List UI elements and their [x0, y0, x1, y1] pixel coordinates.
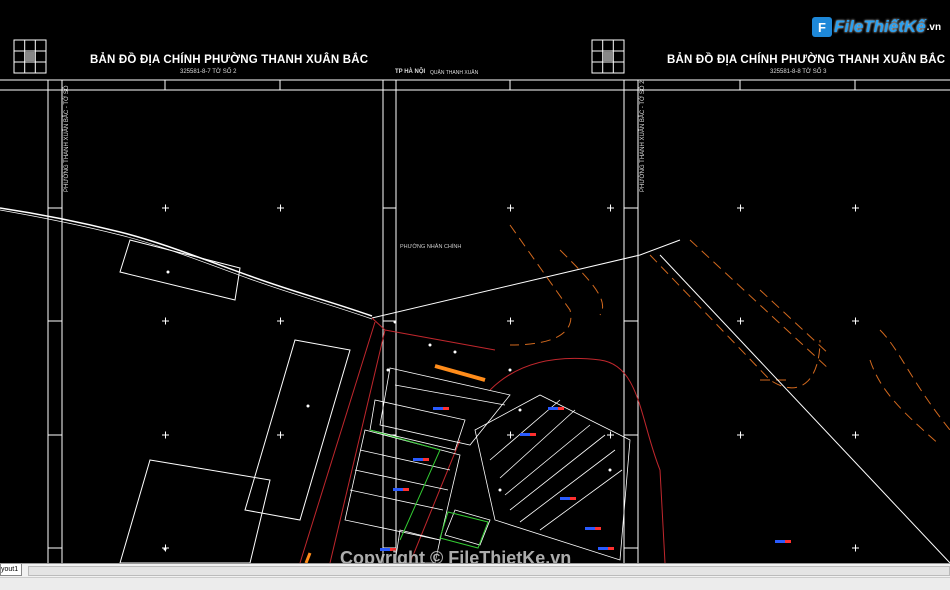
horizontal-scrollbar[interactable]	[28, 566, 950, 576]
left-vertical-label: PHƯỜNG THANH XUÂN BẮC - TỜ SỐ	[64, 85, 70, 192]
site-logo: F FileThiếtKế .vn	[812, 14, 941, 40]
right-sheet-title: BẢN ĐỒ ĐỊA CHÍNH PHƯỜNG THANH XUÂN BẮC	[667, 54, 946, 66]
left-sheet-code: 325581-8-7 TỜ SỐ 2	[180, 69, 237, 75]
status-strip	[0, 577, 950, 590]
logo-text: FileThiếtKế	[834, 17, 926, 36]
layout-tab-bar: yout1	[0, 563, 950, 590]
right-sheet-code: 325581-8-8 TỜ SỐ 3	[770, 69, 827, 75]
copyright-watermark: Copyright © FileThietKe.vn	[340, 548, 572, 563]
logo-icon: F	[812, 17, 832, 37]
district-label: QUẬN THANH XUÂN	[430, 70, 479, 76]
mid-vertical-label: PHƯỜNG THANH XUÂN BẮC - TỜ SỐ 2	[640, 80, 646, 192]
logo-suffix: .vn	[926, 21, 942, 33]
city-label: TP HÀ NỘI	[395, 69, 426, 75]
cadastral-map-drawing	[0, 39, 950, 563]
left-sheet-title: BẢN ĐỒ ĐỊA CHÍNH PHƯỜNG THANH XUÂN BẮC	[90, 54, 369, 66]
neighbor-ward-label: PHƯỜNG NHÂN CHÍNH	[400, 244, 462, 250]
cad-drawing-viewport[interactable]: BẢN ĐỒ ĐỊA CHÍNH PHƯỜNG THANH XUÂN BẮC 3…	[0, 0, 950, 563]
tab-layout1[interactable]: yout1	[0, 564, 23, 576]
